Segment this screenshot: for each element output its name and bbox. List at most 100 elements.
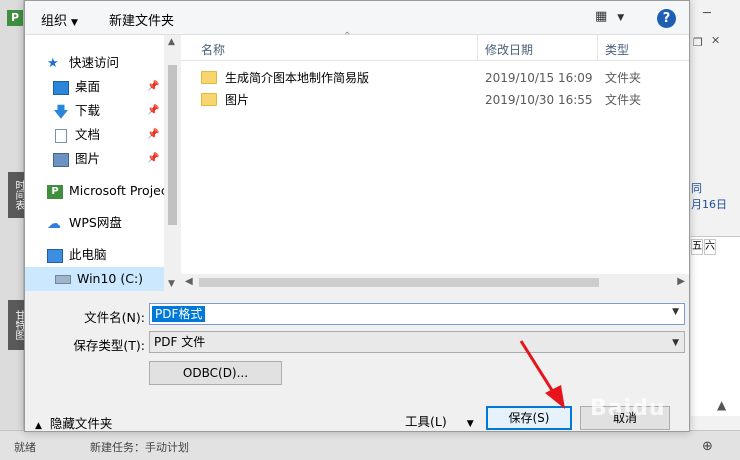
picture-icon xyxy=(53,152,69,167)
restore-icon[interactable]: ❐ xyxy=(693,36,703,49)
pin-icon[interactable]: 📌 xyxy=(147,99,159,123)
nav-item-desktop[interactable]: 桌面 📌 xyxy=(53,75,176,99)
nav-item-label: WPS网盘 xyxy=(69,215,122,230)
column-separator[interactable] xyxy=(477,35,478,61)
grid-col-sat: 六 xyxy=(704,239,716,255)
nav-item-this-pc[interactable]: 此电脑 xyxy=(47,243,176,267)
nav-item-label: Win10 (C:) xyxy=(77,271,144,286)
file-row[interactable]: 图片 2019/10/30 16:55 文件夹 xyxy=(181,89,689,111)
zoom-in-icon[interactable]: ⊕ xyxy=(702,439,713,454)
close-icon[interactable]: ✕ xyxy=(711,34,720,47)
filetype-value: PDF 文件 xyxy=(154,335,206,349)
filetype-select[interactable]: PDF 文件 ▼ xyxy=(149,331,685,353)
save-button[interactable]: 保存(S) xyxy=(486,406,572,430)
chevron-down-icon: ▼ xyxy=(672,338,679,348)
file-list-hscrollbar[interactable]: ◀ ▶ xyxy=(181,274,689,291)
download-icon: 🡇 xyxy=(53,102,69,121)
star-icon: ★ xyxy=(47,55,59,71)
nav-item-label: 下载 xyxy=(75,103,101,118)
chevron-down-icon: ▼ xyxy=(466,419,474,429)
dialog-toolbar: 组织 ▼ 新建文件夹 ▦ ▼ ? xyxy=(25,1,689,35)
timeline-date-text: 月16日 xyxy=(691,198,727,211)
scroll-thumb[interactable] xyxy=(168,65,177,225)
odbc-button[interactable]: ODBC(D)... xyxy=(149,361,282,385)
nav-item-win10-drive[interactable]: Win10 (C:) xyxy=(25,267,165,291)
nav-item-label: Microsoft Project xyxy=(69,183,173,198)
status-bar: 就绪 新建任务：手动计划 ⊕ xyxy=(0,430,740,460)
filename-value: PDF格式 xyxy=(152,306,206,322)
file-type: 文件夹 xyxy=(605,93,642,107)
file-date: 2019/10/15 16:09 xyxy=(485,71,593,85)
hide-folders-toggle[interactable]: ▲ 隐藏文件夹 xyxy=(35,413,112,432)
file-type: 文件夹 xyxy=(605,71,642,85)
gantt-grid: 五 六 xyxy=(691,236,740,416)
organize-button[interactable]: 组织 ▼ xyxy=(41,10,78,29)
chevron-down-icon: ▼ xyxy=(71,18,78,28)
minimize-icon[interactable]: ─ xyxy=(703,6,711,21)
view-options-button[interactable]: ▦ ▼ xyxy=(595,9,624,24)
filetype-label: 保存类型(T): xyxy=(73,338,145,353)
file-name: 图片 xyxy=(225,93,250,107)
column-name[interactable]: 名称 xyxy=(201,41,225,58)
new-folder-button[interactable]: 新建文件夹 xyxy=(109,10,174,29)
folder-icon xyxy=(201,71,217,84)
save-as-dialog: 组织 ▼ 新建文件夹 ▦ ▼ ? ★ 快速访问 桌面 📌 🡇 下载 📌 文档 📌 图片 … xyxy=(24,0,690,432)
nav-item-label: 快速访问 xyxy=(69,55,120,70)
view-list-icon: ▦ xyxy=(595,9,608,24)
tools-menu-button[interactable]: 工具(L) ▼ xyxy=(405,411,474,430)
desktop-icon xyxy=(53,80,69,95)
drive-icon xyxy=(55,275,71,284)
hide-folders-label: 隐藏文件夹 xyxy=(49,416,113,431)
pin-icon[interactable]: 📌 xyxy=(147,123,159,147)
document-icon xyxy=(55,128,67,143)
file-list-header: ⌃ 名称 修改日期 类型 xyxy=(181,31,689,61)
column-type[interactable]: 类型 xyxy=(605,41,629,58)
grid-col-fri: 五 xyxy=(691,239,703,255)
organize-label: 组织 xyxy=(41,14,68,29)
watermark-logo: Bai​du xyxy=(590,396,666,421)
nav-item-microsoft-project[interactable]: P Microsoft Project xyxy=(47,179,176,203)
nav-item-downloads[interactable]: 🡇 下载 📌 xyxy=(53,99,176,123)
nav-item-pictures[interactable]: 图片 📌 xyxy=(53,147,176,171)
file-date: 2019/10/30 16:55 xyxy=(485,93,593,107)
filename-label: 文件名(N): xyxy=(84,310,145,325)
scroll-up-icon[interactable]: ▲ xyxy=(168,37,175,47)
chevron-up-icon: ▲ xyxy=(35,421,42,431)
background-right-panel: ─ ❐ ✕ 同 月16日 五 六 ▲ xyxy=(688,0,740,460)
nav-item-documents[interactable]: 文档 📌 xyxy=(53,123,176,147)
nav-scrollbar[interactable]: ▲ ▼ xyxy=(164,35,181,291)
status-ready: 就绪 xyxy=(14,441,36,454)
timeline-text: 同 xyxy=(691,182,702,195)
nav-item-label: 图片 xyxy=(75,151,101,166)
chevron-down-icon[interactable]: ▼ xyxy=(672,307,679,317)
filename-field[interactable]: PDF格式 ▼ xyxy=(149,303,685,325)
nav-item-label: 桌面 xyxy=(75,79,101,94)
help-button[interactable]: ? xyxy=(657,9,676,28)
column-date[interactable]: 修改日期 xyxy=(485,41,533,58)
nav-item-quick-access[interactable]: ★ 快速访问 xyxy=(47,51,176,75)
scroll-down-icon[interactable]: ▼ xyxy=(168,279,175,289)
nav-item-label: 此电脑 xyxy=(69,247,107,262)
sort-arrow-icon: ⌃ xyxy=(343,31,352,42)
scroll-right-icon[interactable]: ▶ xyxy=(677,276,685,287)
folder-icon xyxy=(201,93,217,106)
column-separator[interactable] xyxy=(597,35,598,61)
background-left-strip: P 时间表 甘特图 xyxy=(0,0,26,460)
project-app-icon: P xyxy=(7,10,23,26)
up-arrow-icon[interactable]: ▲ xyxy=(717,398,726,412)
tools-label: 工具(L) xyxy=(405,414,447,429)
file-row[interactable]: 生成简介图本地制作简易版 2019/10/15 16:09 文件夹 xyxy=(181,67,689,89)
navigation-pane: ★ 快速访问 桌面 📌 🡇 下载 📌 文档 📌 图片 📌 P Microsoft Pr… xyxy=(25,35,177,291)
pin-icon[interactable]: 📌 xyxy=(147,75,159,99)
project-icon: P xyxy=(47,184,63,199)
file-name: 生成简介图本地制作简易版 xyxy=(225,71,370,85)
nav-item-wps-cloud[interactable]: ☁ WPS网盘 xyxy=(47,211,176,235)
scroll-thumb[interactable] xyxy=(199,278,599,287)
nav-item-label: 文档 xyxy=(75,127,101,142)
status-new-task: 新建任务：手动计划 xyxy=(90,441,189,454)
chevron-down-icon: ▼ xyxy=(617,13,625,23)
file-list: ⌃ 名称 修改日期 类型 生成简介图本地制作简易版 2019/10/15 16:… xyxy=(181,31,689,291)
scroll-left-icon[interactable]: ◀ xyxy=(185,276,193,287)
pin-icon[interactable]: 📌 xyxy=(147,147,159,171)
computer-icon xyxy=(47,248,63,263)
